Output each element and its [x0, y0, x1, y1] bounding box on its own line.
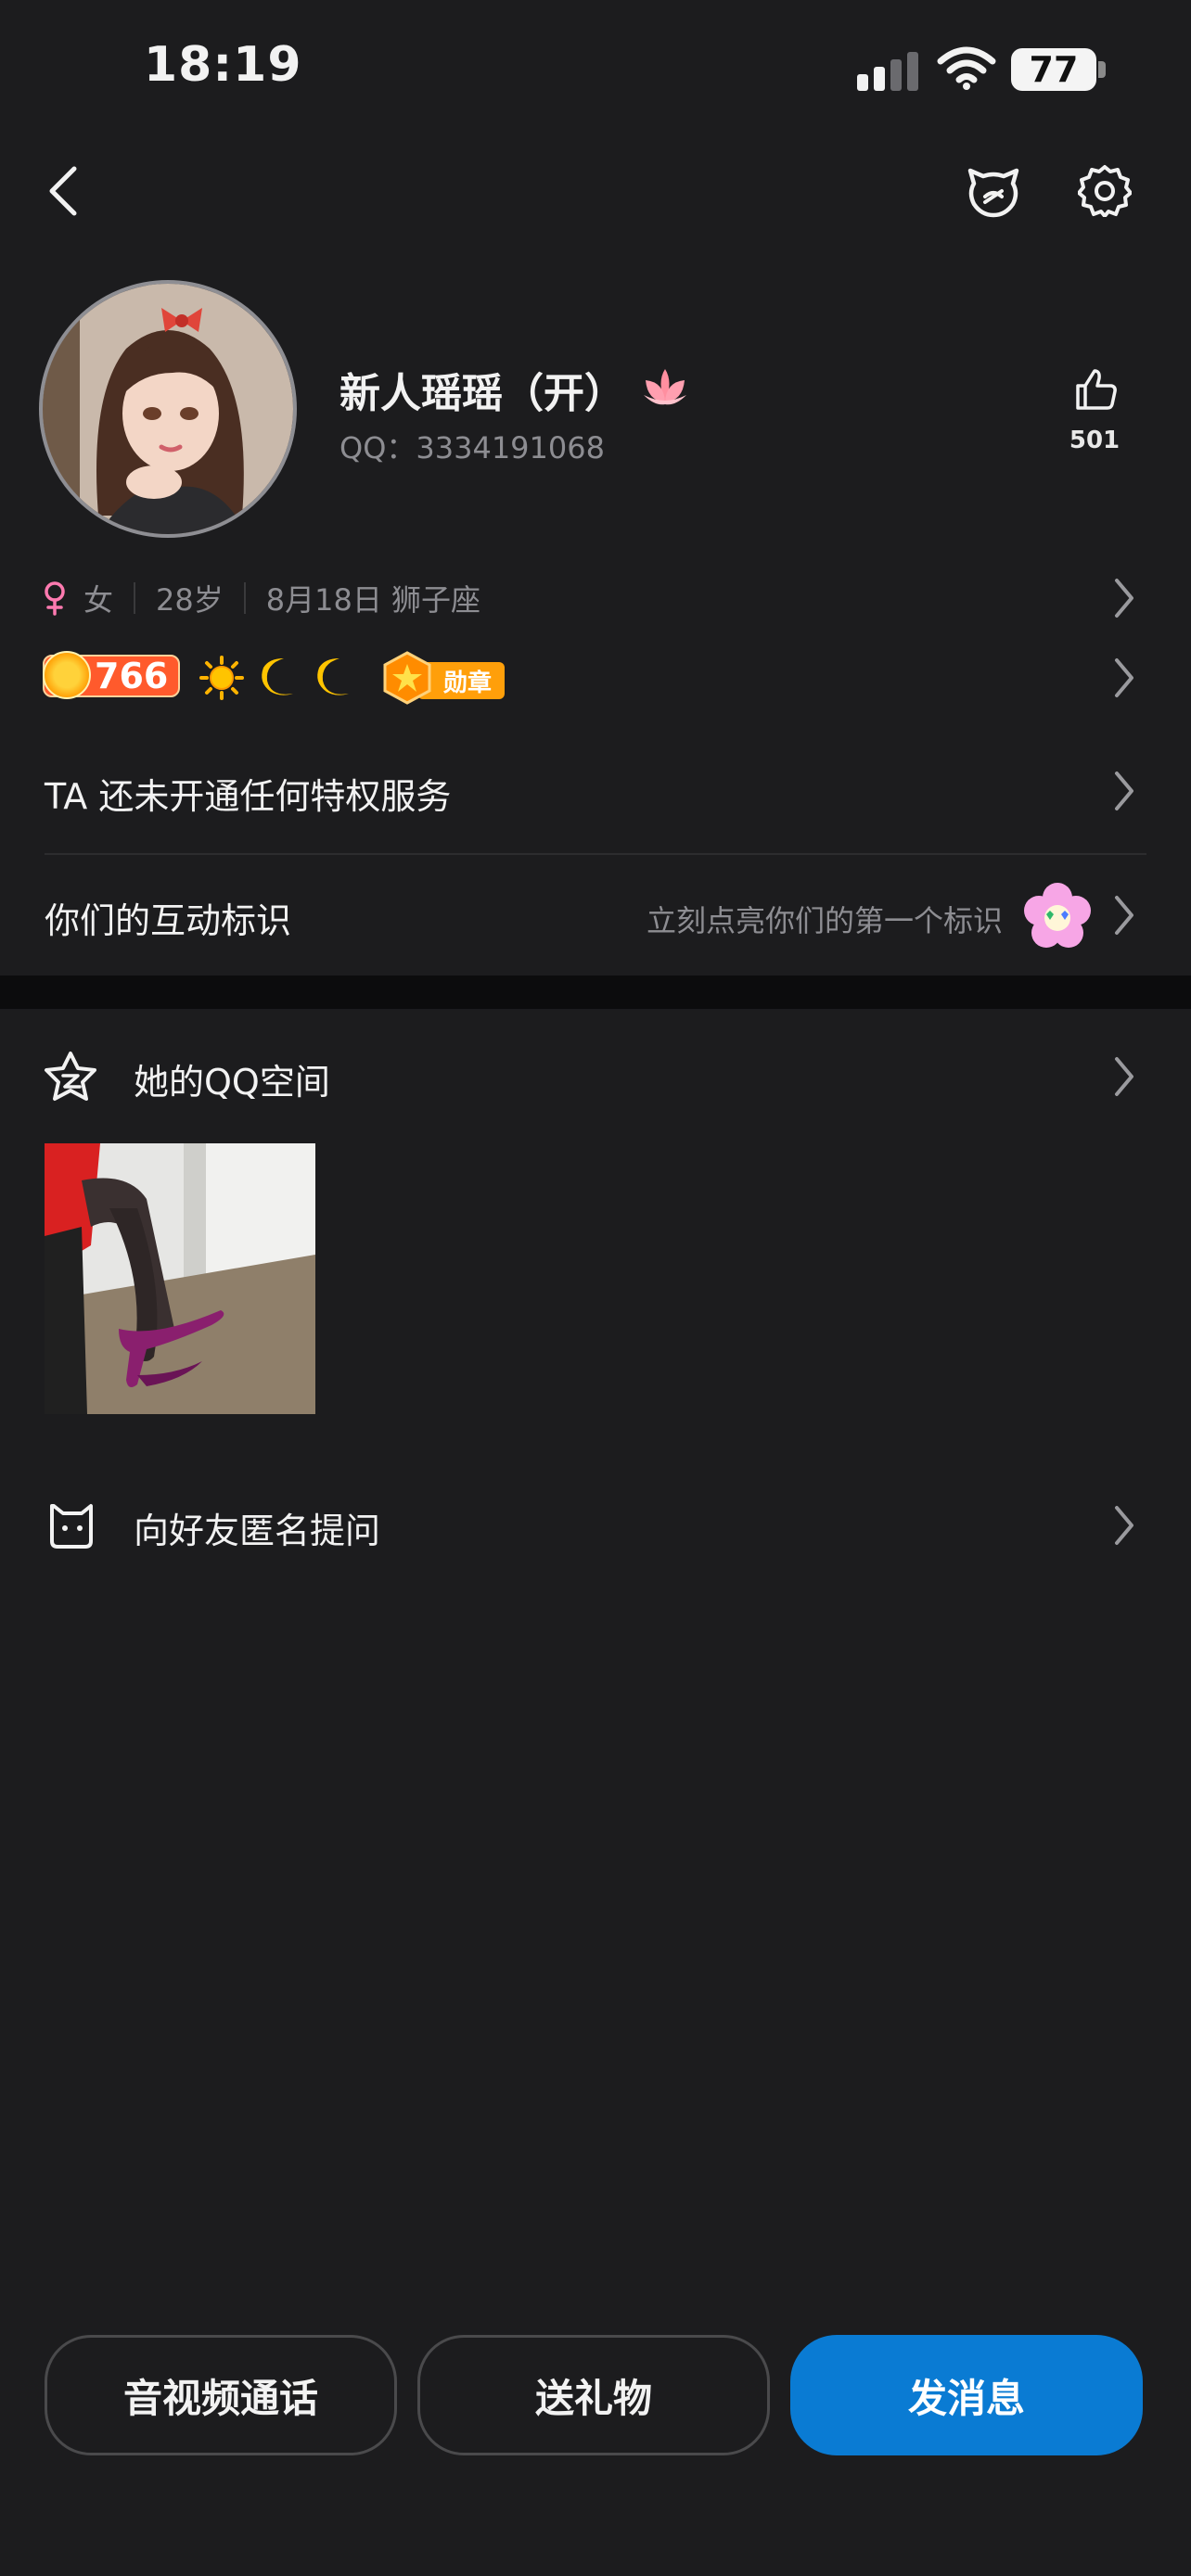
- flower-icon: [1024, 883, 1091, 948]
- row-divider: [45, 853, 1146, 855]
- battery-icon: 77: [1011, 48, 1096, 91]
- send-message-button[interactable]: 发消息: [790, 2335, 1143, 2455]
- level-coin-icon: [43, 651, 91, 699]
- like-icon[interactable]: [1074, 367, 1119, 412]
- qzone-photo-thumbnail[interactable]: [45, 1143, 315, 1414]
- chevron-right-icon[interactable]: [1111, 657, 1137, 699]
- chevron-right-icon[interactable]: [1111, 1055, 1137, 1098]
- signal-icon: [857, 52, 918, 91]
- moon-icon: [262, 658, 293, 695]
- send-gift-button[interactable]: 送礼物: [417, 2335, 770, 2455]
- lotus-icon: [644, 369, 686, 405]
- qzone-title[interactable]: 她的QQ空间: [134, 1053, 330, 1104]
- basic-info-row[interactable]: 女 28岁 8月18日 狮子座: [43, 577, 480, 619]
- moon-icon: [317, 658, 349, 695]
- avatar-illustration: [43, 284, 293, 534]
- section-separator: [0, 976, 1191, 1009]
- interaction-title[interactable]: 你们的互动标识: [45, 892, 291, 943]
- av-call-button[interactable]: 音视频通话: [45, 2335, 397, 2455]
- sun-icon: [199, 656, 244, 700]
- qzone-photo: [45, 1143, 315, 1414]
- chevron-right-icon[interactable]: [1111, 1504, 1137, 1547]
- female-icon: [45, 581, 65, 616]
- interaction-hint[interactable]: 立刻点亮你们的第一个标识: [647, 898, 1003, 940]
- like-count: 501: [1069, 427, 1121, 454]
- cat-icon: [50, 1504, 93, 1549]
- age-text: 28岁: [156, 582, 224, 618]
- privilege-row[interactable]: TA 还未开通任何特权服务: [45, 768, 451, 819]
- wifi-icon: [937, 46, 996, 90]
- gender-text: 女: [83, 582, 114, 618]
- chevron-right-icon[interactable]: [1111, 894, 1137, 937]
- settings-icon[interactable]: [1078, 163, 1132, 217]
- medal-icon: [383, 651, 431, 705]
- anonymous-question-title[interactable]: 向好友匿名提问: [134, 1502, 380, 1553]
- status-time: 18:19: [144, 37, 302, 93]
- qq-number: QQ：3334191068: [339, 430, 605, 465]
- chevron-right-icon[interactable]: [1111, 770, 1137, 812]
- chevron-right-icon[interactable]: [1111, 577, 1137, 619]
- back-icon[interactable]: [43, 163, 87, 219]
- info-divider: [243, 582, 246, 614]
- profile-name: 新人瑶瑶（开）: [339, 370, 625, 417]
- avatar[interactable]: [39, 280, 297, 538]
- info-divider: [134, 582, 136, 614]
- pet-icon[interactable]: [965, 163, 1022, 221]
- battery-tip: [1098, 61, 1106, 78]
- birthday-text: 8月18日 狮子座: [265, 582, 481, 618]
- star-face-icon: [45, 1052, 96, 1101]
